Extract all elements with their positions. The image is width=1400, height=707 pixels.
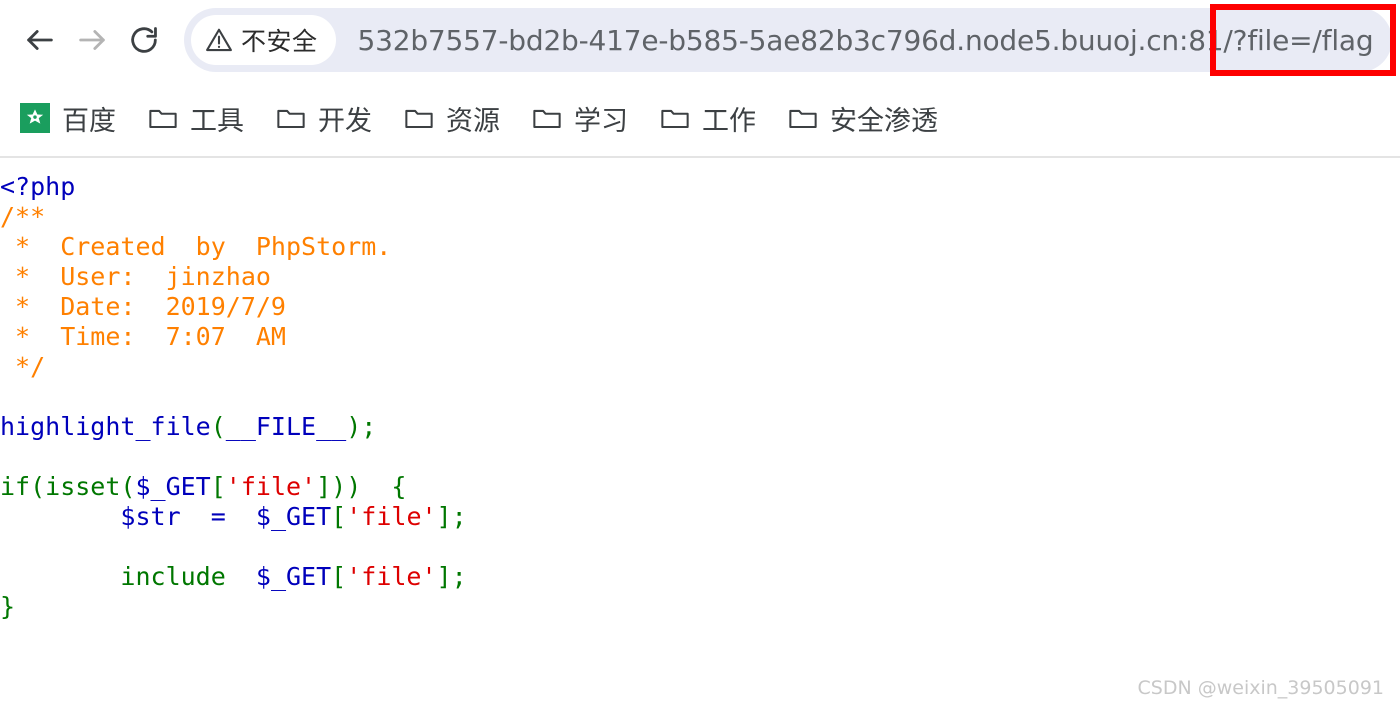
back-button[interactable] [14, 14, 66, 66]
code-line: include $_GET['file']; [0, 562, 467, 592]
code-line: * Created by PhpStorm. [0, 232, 467, 262]
code-line [0, 532, 467, 562]
code-line: * User: jinzhao [0, 262, 467, 292]
code-token: [ [210, 472, 226, 501]
code-token: $_GET [255, 502, 332, 531]
folder-icon [530, 103, 564, 133]
folder-icon [274, 103, 308, 133]
code-token: $str [120, 502, 181, 531]
code-token: } [0, 592, 16, 621]
code-token: highlight_file [0, 412, 211, 441]
forward-button[interactable] [66, 14, 118, 66]
php-source-listing: <?php/** * Created by PhpStorm. * User: … [0, 172, 467, 622]
code-token: __FILE__ [225, 412, 347, 441]
reload-button[interactable] [118, 14, 170, 66]
bookmark-folder-work[interactable]: 工作 [648, 93, 766, 144]
code-line: } [0, 592, 467, 622]
security-status-chip[interactable]: 不安全 [191, 15, 336, 65]
code-token: ( [210, 412, 226, 441]
baidu-favicon-icon [18, 103, 52, 133]
code-token: [ [331, 502, 347, 531]
security-status-label: 不安全 [241, 27, 318, 56]
code-token: if(isset( [0, 472, 136, 501]
code-line [0, 442, 467, 472]
code-token: include [120, 562, 226, 591]
code-token: * Date: 2019/7/9 [0, 292, 286, 321]
code-token: ); [346, 412, 377, 441]
bookmarks-bar: 百度 工具 开发 资源 学习 工作 安全渗透 [0, 80, 1400, 156]
code-token: [ [331, 562, 347, 591]
bookmark-label: 工具 [190, 105, 244, 137]
code-token: <?php [0, 172, 76, 201]
bookmark-folder-tools[interactable]: 工具 [136, 93, 254, 144]
back-arrow-icon [23, 23, 57, 57]
bookmark-folder-study[interactable]: 学习 [520, 93, 638, 144]
bookmark-folder-security-pentest[interactable]: 安全渗透 [776, 93, 948, 144]
code-token: ]; [436, 502, 467, 531]
code-line: $str = $_GET['file']; [0, 502, 467, 532]
code-line: <?php [0, 172, 467, 202]
url-input[interactable]: 532b7557-bd2b-417e-b585-5ae82b3c796d.nod… [358, 24, 1374, 57]
bookmark-label: 百度 [62, 105, 116, 137]
code-line: * Date: 2019/7/9 [0, 292, 467, 322]
code-line: * Time: 7:07 AM [0, 322, 467, 352]
bookmark-label: 开发 [318, 105, 372, 137]
code-token: ])) { [316, 472, 407, 501]
reload-icon [128, 24, 160, 56]
folder-icon [658, 103, 692, 133]
code-line: */ [0, 352, 467, 382]
address-bar[interactable]: 不安全 532b7557-bd2b-417e-b585-5ae82b3c796d… [184, 8, 1392, 72]
code-token: * Created by PhpStorm. [0, 232, 392, 261]
browser-chrome: 不安全 532b7557-bd2b-417e-b585-5ae82b3c796d… [0, 0, 1400, 158]
folder-icon [402, 103, 436, 133]
code-token: $_GET [255, 562, 332, 591]
browser-toolbar: 不安全 532b7557-bd2b-417e-b585-5ae82b3c796d… [0, 0, 1400, 80]
folder-icon [146, 103, 180, 133]
bookmark-label: 安全渗透 [830, 105, 938, 137]
code-line: /** [0, 202, 467, 232]
csdn-watermark: CSDN @weixin_39505091 [1137, 677, 1385, 699]
code-token: 'file' [225, 472, 317, 501]
code-token: $_GET [135, 472, 211, 501]
bookmark-label: 学习 [574, 105, 628, 137]
bookmark-item-baidu[interactable]: 百度 [8, 93, 126, 144]
folder-icon [786, 103, 820, 133]
code-token: 'file' [346, 562, 437, 591]
code-token: * Time: 7:07 AM [0, 322, 286, 351]
warning-triangle-icon [205, 26, 233, 54]
code-line [0, 382, 467, 412]
code-token: */ [0, 352, 46, 381]
code-token: = [180, 502, 256, 531]
code-line: highlight_file(__FILE__); [0, 412, 467, 442]
bookmark-label: 工作 [702, 105, 756, 137]
bookmark-folder-resources[interactable]: 资源 [392, 93, 510, 144]
code-token: ]; [436, 562, 467, 591]
bookmark-folder-dev[interactable]: 开发 [264, 93, 382, 144]
code-token: /** [0, 202, 46, 231]
code-token: 'file' [346, 502, 437, 531]
forward-arrow-icon [75, 23, 109, 57]
code-line: if(isset($_GET['file'])) { [0, 472, 467, 502]
bookmark-label: 资源 [446, 105, 500, 137]
code-token: * User: jinzhao [0, 262, 271, 291]
page-viewport: <?php/** * Created by PhpStorm. * User: … [0, 158, 1400, 707]
